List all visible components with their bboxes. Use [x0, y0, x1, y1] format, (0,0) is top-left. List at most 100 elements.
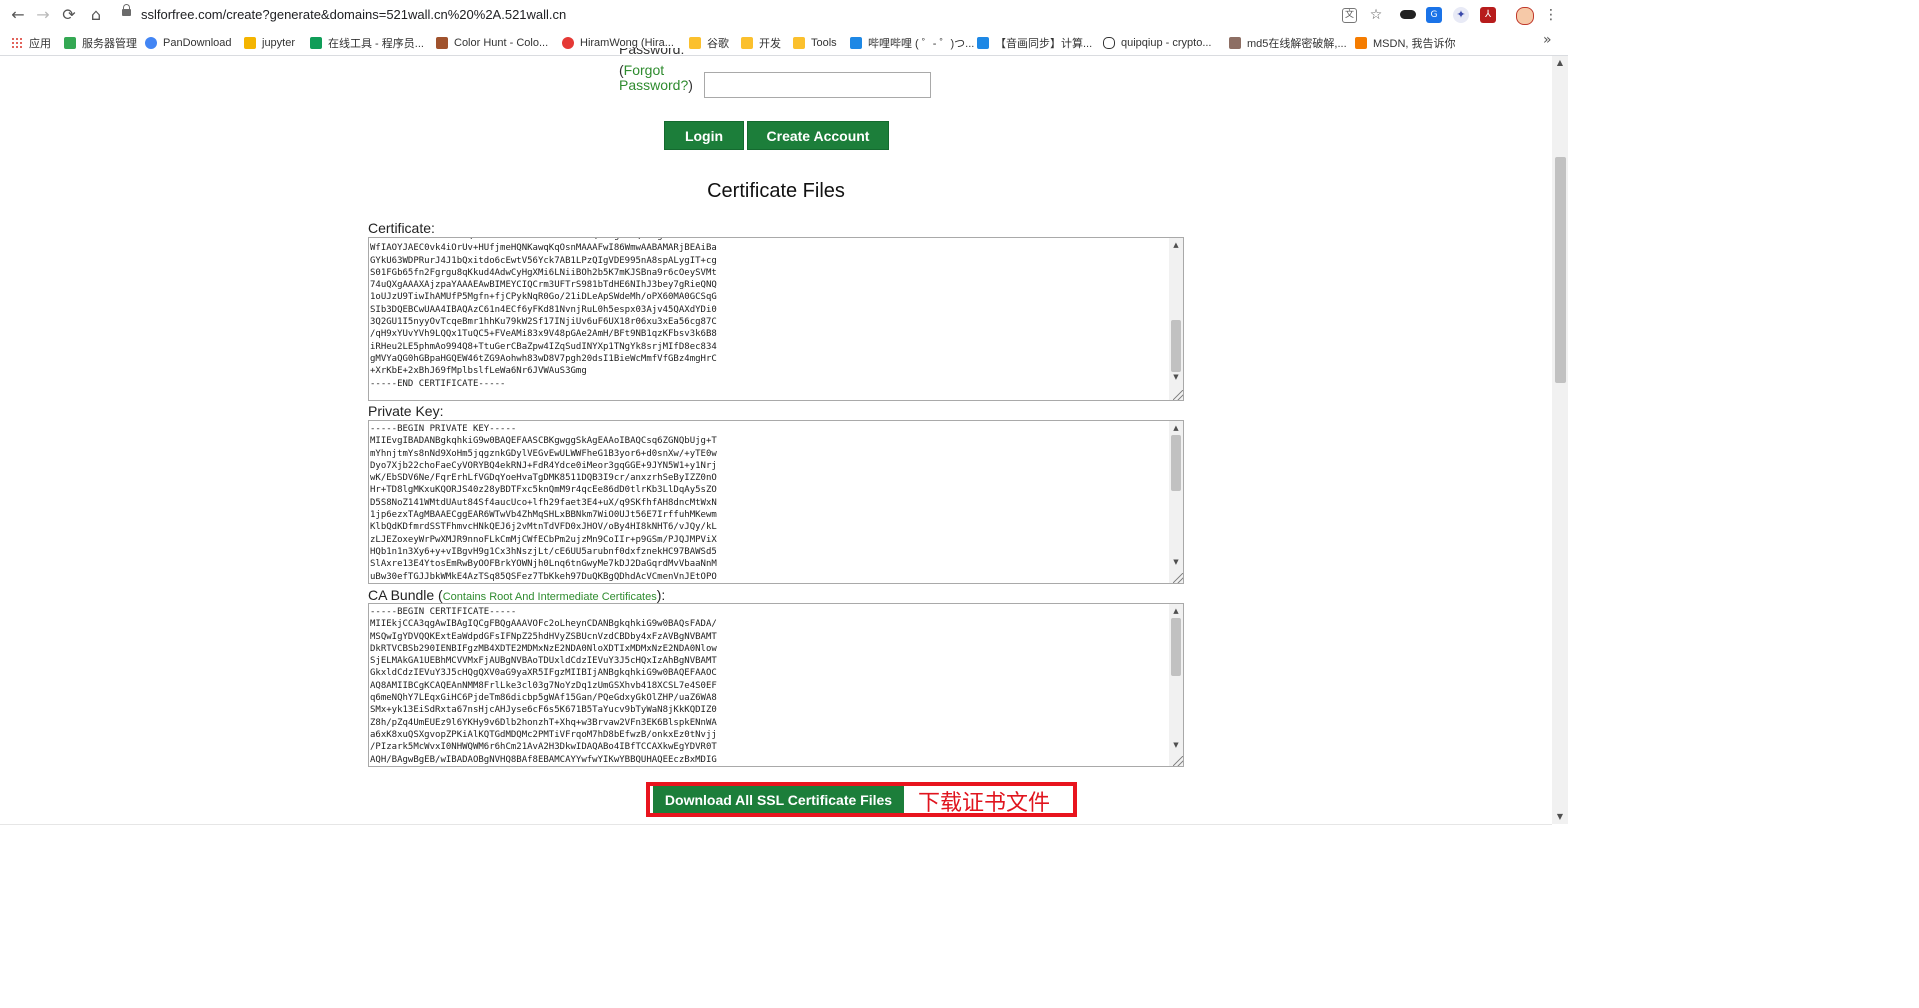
paren: (: [434, 587, 443, 603]
bookmark-pandownload[interactable]: PanDownload: [145, 35, 232, 51]
textarea-scrollbar[interactable]: ▲ ▼: [1169, 604, 1183, 766]
ca-bundle-label: CA Bundle (Contains Root And Intermediat…: [368, 587, 665, 603]
ca-bundle-hint: Contains Root And Intermediate Certifica…: [442, 591, 657, 603]
color-hunt-icon: [436, 37, 448, 49]
forward-arrow-icon[interactable]: →: [33, 5, 53, 25]
password-input[interactable]: [704, 72, 931, 98]
bookmark-online-tools[interactable]: 在线工具 - 程序员...: [310, 35, 424, 51]
folder-icon: [793, 37, 805, 49]
bookmark-label: 应用: [29, 38, 51, 50]
bookmarks-bar: 应用 服务器管理 PanDownload jupyter 在线工具 - 程序员.…: [0, 31, 1568, 56]
quipqiup-q-icon: [1103, 37, 1115, 49]
bookmark-label: 在线工具 - 程序员...: [328, 38, 424, 50]
apps-grid-icon: [11, 37, 23, 49]
menu-dots-icon[interactable]: ⋮: [1543, 7, 1559, 23]
bookmark-quipqiup[interactable]: quipqiup - crypto...: [1103, 35, 1212, 51]
scroll-up-arrow-icon[interactable]: ▲: [1169, 240, 1183, 250]
private-key-label: Private Key:: [368, 403, 444, 419]
msdn-icon: [1355, 37, 1367, 49]
bookmark-folder-tools[interactable]: Tools: [793, 35, 837, 51]
scroll-down-arrow-icon[interactable]: ▼: [1169, 740, 1183, 750]
more-bookmarks-chevron-icon[interactable]: »: [1543, 32, 1552, 48]
google-translate-extension-icon[interactable]: G: [1426, 7, 1442, 23]
scroll-down-arrow-icon[interactable]: ▼: [1553, 812, 1567, 822]
resize-grip-icon[interactable]: [1173, 390, 1183, 400]
tv-icon: [977, 37, 989, 49]
download-annotation: 下载证书文件: [918, 791, 1051, 816]
browser-toolbar: ← → ⟳ ⌂ sslforfree.com/create?generate&d…: [0, 0, 1568, 32]
certificate-text[interactable]: cHMubGVOc2VuY3J5cHQub3JnMIIBBAYKKwYBBAHW…: [370, 238, 1170, 390]
reader-extension-icon[interactable]: [1400, 10, 1416, 19]
jupyter-icon: [244, 37, 256, 49]
bookmark-label: MSDN, 我告诉你: [1373, 38, 1456, 50]
scroll-up-arrow-icon[interactable]: ▲: [1553, 58, 1567, 68]
private-key-text[interactable]: -----BEGIN PRIVATE KEY----- MIIEvgIBADAN…: [370, 423, 1170, 583]
paren: ):: [656, 587, 666, 603]
page-scrollbar-thumb[interactable]: [1555, 157, 1566, 383]
bookmark-color-hunt[interactable]: Color Hunt - Colo...: [436, 35, 548, 51]
page-divider: [0, 824, 1552, 825]
section-title: Certificate Files: [707, 180, 845, 202]
bookmark-folder-google[interactable]: 谷歌: [689, 35, 729, 51]
textarea-scrollbar-thumb[interactable]: [1171, 435, 1181, 491]
certificate-label: Certificate:: [368, 220, 435, 236]
textarea-scrollbar-thumb[interactable]: [1171, 320, 1181, 372]
download-all-button[interactable]: Download All SSL Certificate Files: [653, 786, 904, 813]
bookmark-av-sync[interactable]: 【音画同步】计算...: [977, 35, 1092, 51]
ca-bundle-text[interactable]: -----BEGIN CERTIFICATE----- MIIEkjCCA3qg…: [370, 606, 1170, 766]
tv-icon: [850, 37, 862, 49]
extension-icon[interactable]: ✦: [1453, 7, 1469, 23]
back-arrow-icon[interactable]: ←: [8, 5, 28, 25]
bookmark-jupyter[interactable]: jupyter: [244, 35, 295, 51]
password-label: Password:: [619, 48, 685, 57]
bookmark-label: quipqiup - crypto...: [1121, 37, 1212, 49]
reload-icon[interactable]: ⟳: [59, 5, 79, 25]
folder-icon: [741, 37, 753, 49]
textarea-scrollbar[interactable]: ▲ ▼: [1169, 238, 1183, 400]
pdf-extension-icon[interactable]: ⅄: [1480, 7, 1496, 23]
private-key-textarea[interactable]: -----BEGIN PRIVATE KEY----- MIIEvgIBADAN…: [368, 420, 1184, 584]
folder-icon: [689, 37, 701, 49]
bookmark-label: 服务器管理: [82, 38, 137, 50]
ca-bundle-textarea[interactable]: -----BEGIN CERTIFICATE----- MIIEkjCCA3qg…: [368, 603, 1184, 767]
lock-icon[interactable]: [122, 4, 131, 16]
bookmark-label: jupyter: [262, 37, 296, 49]
textarea-scrollbar[interactable]: ▲ ▼: [1169, 421, 1183, 583]
bookmark-label: 谷歌: [707, 38, 729, 50]
login-button[interactable]: Login: [664, 121, 744, 150]
certificate-textarea[interactable]: cHMubGVOc2VuY3J5cHQub3JnMIIBBAYKKwYBBAHW…: [368, 237, 1184, 401]
resize-grip-icon[interactable]: [1173, 573, 1183, 583]
paren: ): [688, 77, 693, 93]
home-icon[interactable]: ⌂: [86, 5, 106, 25]
bookmark-server-admin[interactable]: 服务器管理: [64, 35, 137, 51]
bookmark-label: Tools: [811, 37, 837, 49]
textarea-scrollbar-thumb[interactable]: [1171, 618, 1181, 676]
ca-bundle-label-text: CA Bundle: [368, 587, 435, 603]
forgot-password-link[interactable]: Forgot Password?: [619, 62, 688, 93]
bookmark-label: 哔哩哔哩 ( ゜- ゜)つ...: [868, 38, 975, 50]
scroll-up-arrow-icon[interactable]: ▲: [1169, 606, 1183, 616]
profile-avatar[interactable]: [1516, 7, 1534, 25]
md5-icon: [1229, 37, 1241, 49]
bookmark-label: Color Hunt - Colo...: [454, 37, 549, 49]
resize-grip-icon[interactable]: [1173, 756, 1183, 766]
bookmark-label: 开发: [759, 38, 781, 50]
bookmark-label: PanDownload: [163, 37, 232, 49]
bookmark-msdn[interactable]: MSDN, 我告诉你: [1355, 35, 1456, 51]
bookmark-folder-dev[interactable]: 开发: [741, 35, 781, 51]
tools-t-icon: [310, 37, 322, 49]
bookmark-label: 【音画同步】计算...: [995, 38, 1093, 50]
forgot-password: (Forgot Password?): [619, 63, 699, 93]
translate-icon[interactable]: 文: [1342, 8, 1357, 23]
bookmark-md5[interactable]: md5在线解密破解,...: [1229, 35, 1347, 51]
bookmark-apps[interactable]: 应用: [11, 35, 51, 51]
create-account-button[interactable]: Create Account: [747, 121, 889, 150]
cloud-icon: [145, 37, 157, 49]
scroll-down-arrow-icon[interactable]: ▼: [1169, 557, 1183, 567]
hiramwong-icon: [562, 37, 574, 49]
scroll-up-arrow-icon[interactable]: ▲: [1169, 423, 1183, 433]
star-bookmark-icon[interactable]: ☆: [1368, 7, 1384, 23]
address-bar-url[interactable]: sslforfree.com/create?generate&domains=5…: [141, 7, 566, 22]
scroll-down-arrow-icon[interactable]: ▼: [1169, 372, 1183, 382]
bookmark-bilibili[interactable]: 哔哩哔哩 ( ゜- ゜)つ...: [850, 35, 974, 51]
